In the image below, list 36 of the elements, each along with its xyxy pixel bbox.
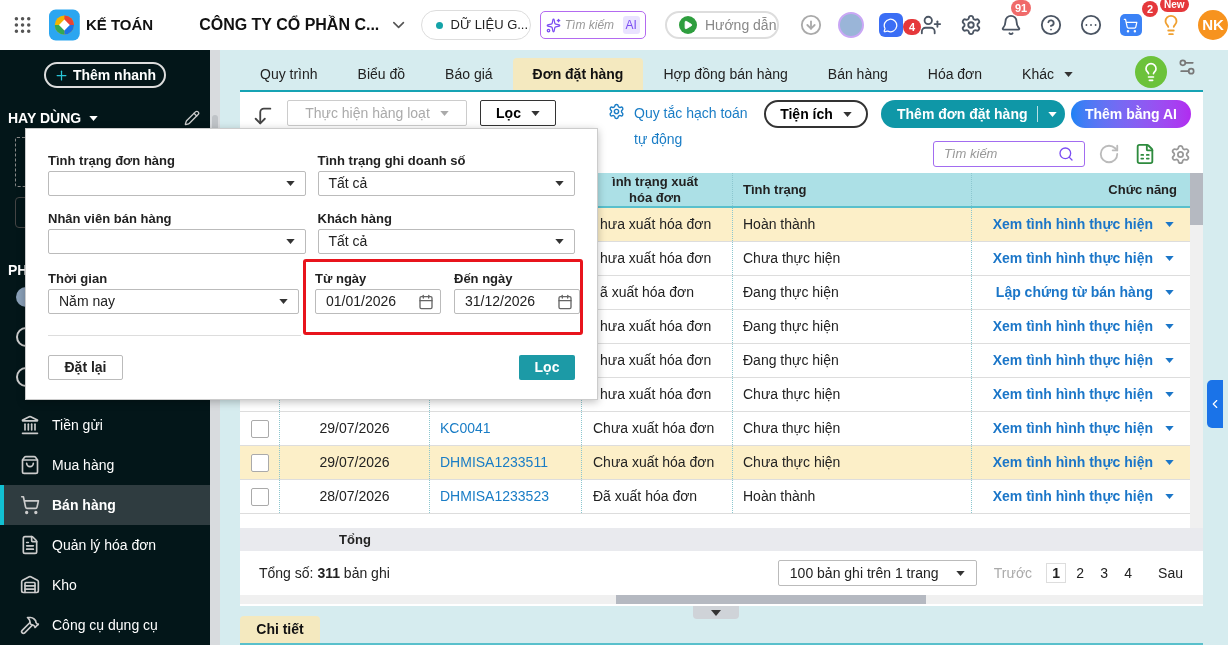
field-label: Tình trạng ghi doanh số bbox=[317, 152, 467, 169]
field-label: Thời gian bbox=[48, 270, 109, 287]
table-cell-text: hưa xuất hóa đơn bbox=[600, 351, 712, 370]
table-cell-text: hưa xuất hóa đơn bbox=[600, 317, 712, 336]
ai-badge: AI bbox=[622, 16, 640, 34]
table-cell-text: hưa xuất hóa đơn bbox=[600, 215, 712, 234]
table-cell-text: 28/07/2026 bbox=[319, 487, 390, 506]
notification-badge: 91 bbox=[1011, 0, 1032, 16]
summary-label: Tổng bbox=[339, 530, 371, 549]
table-cell-text: Đang thực hiện bbox=[743, 351, 839, 370]
app-name: KẾ TOÁN bbox=[85, 14, 154, 35]
table-cell-text: Hoàn thành bbox=[743, 487, 816, 506]
table-cell-text: Chưa thực hiện bbox=[743, 249, 841, 268]
field-label: Nhân viên bán hàng bbox=[48, 210, 173, 227]
record-count: Tổng số: 311 bản ghi bbox=[259, 563, 390, 583]
field-label: Khách hàng bbox=[317, 210, 393, 227]
field-label: Tình trạng đơn hàng bbox=[48, 152, 176, 169]
table-cell-text: Đang thực hiện bbox=[743, 283, 839, 302]
table-cell-text: hưa xuất hóa đơn bbox=[600, 385, 712, 404]
table-cell-text: Đang thực hiện bbox=[743, 317, 839, 336]
table-cell-text: Đã xuất hóa đơn bbox=[593, 487, 698, 506]
table-cell-text: Chưa xuất hóa đơn bbox=[593, 419, 715, 438]
search-placeholder: Tìm kiếm bbox=[944, 145, 998, 164]
table-cell-text: Chưa thực hiện bbox=[743, 419, 841, 438]
table-cell-text: Chưa thực hiện bbox=[743, 453, 841, 472]
table-cell-text: hưa xuất hóa đơn bbox=[600, 249, 712, 268]
table-cell-text: ã xuất hóa đơn bbox=[600, 283, 695, 302]
table-cell-text: Chưa xuất hóa đơn bbox=[593, 453, 715, 472]
table-cell-text: Hoàn thành bbox=[743, 215, 816, 234]
cart-badge: 2 bbox=[1142, 1, 1158, 17]
table-cell-text: Chưa thực hiện bbox=[743, 385, 841, 404]
new-badge: New bbox=[1160, 0, 1189, 12]
table-cell-text: 29/07/2026 bbox=[319, 453, 390, 472]
chat-badge: 4 bbox=[903, 19, 921, 35]
table-cell-text: 29/07/2026 bbox=[319, 419, 390, 438]
search-placeholder: Tìm kiếm bbox=[564, 17, 615, 34]
